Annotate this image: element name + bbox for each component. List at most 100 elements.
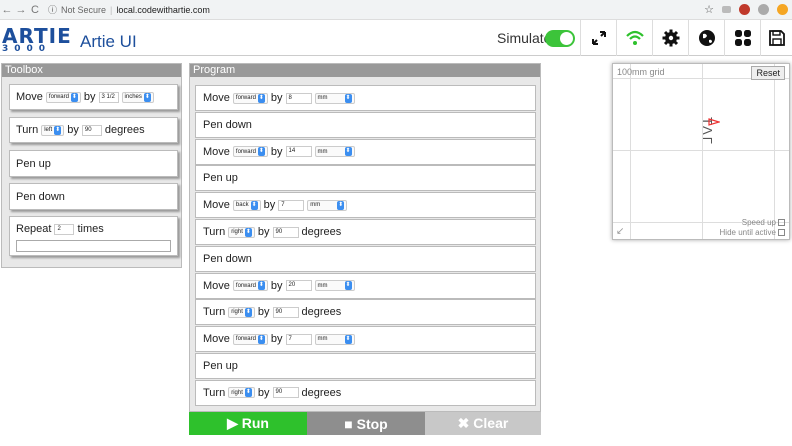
toolbox-pen-up-block[interactable]: Pen up xyxy=(9,150,178,177)
unit-select[interactable]: mm ⬍ xyxy=(314,333,355,345)
extension-icon[interactable] xyxy=(722,6,731,13)
program-step[interactable]: Move back ⬍ by 7 mm ⬍ xyxy=(195,192,536,219)
amount-input[interactable]: 20 xyxy=(285,280,312,292)
step-label: Pen down xyxy=(203,118,252,131)
amount-input[interactable]: 3 1/2 xyxy=(98,91,119,103)
repeat-count-input[interactable]: 2 xyxy=(54,223,75,235)
by-label: by xyxy=(257,386,270,399)
extension-icon[interactable] xyxy=(777,4,788,15)
star-icon[interactable]: ☆ xyxy=(704,3,714,16)
program-step[interactable]: Move forward ⬍ by 8 mm ⬍ xyxy=(195,85,536,111)
repeat-body-dropzone[interactable] xyxy=(16,240,171,252)
amount-input[interactable]: 90 xyxy=(81,124,102,136)
amount-input[interactable]: 8 xyxy=(285,92,312,104)
program-step[interactable]: Move forward ⬍ by 14 mm ⬍ xyxy=(195,138,536,165)
forward-icon[interactable]: → xyxy=(14,4,28,16)
times-label: times xyxy=(77,223,104,235)
unit-select[interactable]: mm ⬍ xyxy=(314,92,355,104)
browser-bar: ← → C ⓘ Not Secure | local.codewithartie… xyxy=(0,0,792,20)
direction-select[interactable]: right ⬍ xyxy=(228,387,255,399)
url-separator: | xyxy=(110,4,113,15)
unit-select[interactable]: inches ⬍ xyxy=(121,91,154,103)
hide-until-active-option[interactable]: Hide until active xyxy=(720,228,785,237)
direction-select[interactable]: left ⬍ xyxy=(41,124,65,136)
unit-select[interactable]: mm ⬍ xyxy=(314,280,355,292)
block-label: Repeat xyxy=(16,223,52,235)
program-step[interactable]: Turn right ⬍ by 90 degrees xyxy=(195,379,536,406)
program-step[interactable]: Pen down xyxy=(195,111,536,138)
unit-label: degrees xyxy=(104,124,145,136)
step-label: Turn xyxy=(203,306,226,319)
toolbox-title: Toolbox xyxy=(2,64,181,77)
drawing-grid[interactable]: 100mm grid Reset ΤΛΓ ↙ Speed up Hide unt… xyxy=(612,63,790,240)
extension-icon[interactable] xyxy=(739,4,750,15)
simulate-toggle[interactable] xyxy=(545,30,575,47)
profile-icon[interactable] xyxy=(758,4,769,15)
app-title: Artie UI xyxy=(80,32,137,51)
step-label: Move xyxy=(203,145,230,158)
step-label: Pen up xyxy=(203,360,238,372)
direction-select[interactable]: forward ⬍ xyxy=(232,92,268,104)
address-bar[interactable]: ⓘ Not Secure | local.codewithartie.com xyxy=(48,3,210,16)
step-label: Move xyxy=(203,199,230,212)
speed-up-checkbox[interactable] xyxy=(778,219,785,226)
toolbox-pen-down-block[interactable]: Pen down xyxy=(9,183,178,210)
program-step[interactable]: Move forward ⬍ by 20 mm ⬍ xyxy=(195,272,536,299)
stop-button[interactable]: ■ Stop xyxy=(307,412,425,435)
control-bar: ▶ Run ■ Stop ✖ Clear xyxy=(189,412,541,435)
toolbox-turn-block[interactable]: Turn left ⬍ by 90 degrees xyxy=(9,117,178,143)
simulate-label: Simulate xyxy=(497,30,552,46)
direction-select[interactable]: right ⬍ xyxy=(228,226,255,238)
block-label: Move xyxy=(16,91,43,103)
by-label: by xyxy=(270,279,283,292)
grid-scale-label: 100mm grid xyxy=(617,67,665,77)
unit-label: degrees xyxy=(301,226,342,238)
direction-select[interactable]: right ⬍ xyxy=(228,306,255,318)
url-text[interactable]: local.codewithartie.com xyxy=(116,5,210,15)
program-step[interactable]: Pen down xyxy=(195,245,536,272)
amount-input[interactable]: 7 xyxy=(285,333,312,345)
unit-select[interactable]: mm ⬍ xyxy=(314,146,355,158)
direction-select[interactable]: forward ⬍ xyxy=(232,333,268,345)
apps-icon[interactable] xyxy=(724,20,760,56)
unit-select[interactable]: mm ⬍ xyxy=(307,199,348,211)
unit-label: degrees xyxy=(301,386,342,399)
step-label: Pen up xyxy=(203,172,238,185)
direction-select[interactable]: forward ⬍ xyxy=(45,91,81,103)
amount-input[interactable]: 90 xyxy=(272,306,299,318)
direction-select[interactable]: forward ⬍ xyxy=(232,280,268,292)
clear-button[interactable]: ✖ Clear xyxy=(425,412,541,435)
run-button[interactable]: ▶ Run xyxy=(189,412,307,435)
direction-select[interactable]: back ⬍ xyxy=(232,199,261,211)
wifi-icon[interactable] xyxy=(616,20,652,56)
program-step[interactable]: Turn right ⬍ by 90 degrees xyxy=(195,219,536,245)
amount-input[interactable]: 14 xyxy=(285,146,312,158)
by-label: by xyxy=(67,124,79,136)
toolbox-move-block[interactable]: Move forward ⬍ by 3 1/2 inches ⬍ xyxy=(9,84,178,110)
info-icon[interactable]: ⓘ xyxy=(48,3,57,16)
speed-up-option[interactable]: Speed up xyxy=(742,218,785,227)
by-label: by xyxy=(270,333,283,346)
direction-select[interactable]: forward ⬍ xyxy=(232,146,268,158)
gear-icon[interactable] xyxy=(652,20,688,56)
program-step[interactable]: Turn right ⬍ by 90 degrees xyxy=(195,299,536,326)
expand-icon[interactable] xyxy=(580,20,616,56)
toolbox-repeat-block[interactable]: Repeat 2 times xyxy=(9,216,178,256)
program-step[interactable]: Move forward ⬍ by 7 mm ⬍ xyxy=(195,326,536,353)
reset-button[interactable]: Reset xyxy=(751,66,785,80)
zoom-corner-icon[interactable]: ↙ xyxy=(616,226,624,237)
block-label: Pen down xyxy=(16,190,65,203)
program-panel: Program Move forward ⬍ by 8 mm ⬍ Pen down Mo… xyxy=(189,63,541,412)
program-step[interactable]: Pen up xyxy=(195,353,536,379)
program-step[interactable]: Pen up xyxy=(195,165,536,192)
step-label: Turn xyxy=(203,386,226,399)
amount-input[interactable]: 90 xyxy=(272,387,299,399)
reload-icon[interactable]: C xyxy=(28,4,42,16)
amount-input[interactable]: 90 xyxy=(272,226,299,238)
globe-icon[interactable] xyxy=(688,20,724,56)
hide-until-active-checkbox[interactable] xyxy=(778,229,785,236)
save-icon[interactable] xyxy=(760,20,792,56)
browser-actions: ☆ xyxy=(704,3,788,16)
back-icon[interactable]: ← xyxy=(0,4,14,16)
amount-input[interactable]: 7 xyxy=(278,199,305,211)
